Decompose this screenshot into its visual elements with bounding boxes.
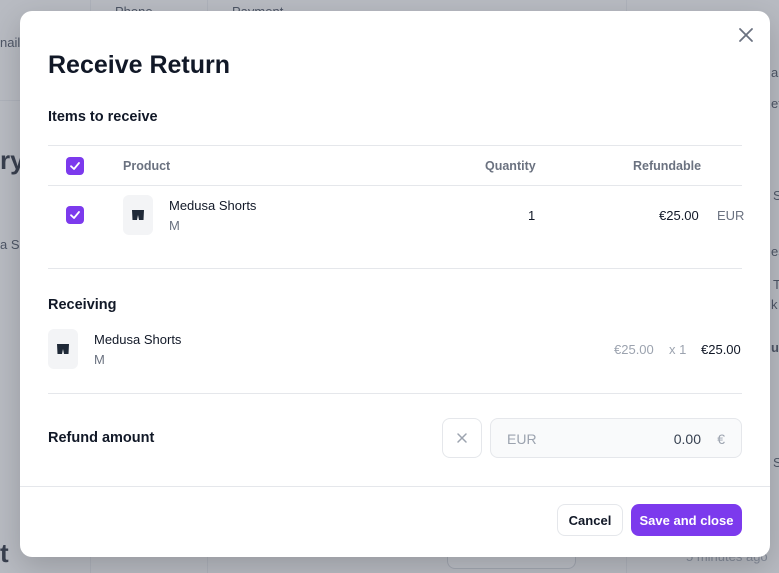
select-all-checkbox[interactable] [66, 157, 84, 175]
close-icon [457, 433, 467, 443]
refund-amount-label: Refund amount [48, 430, 155, 446]
close-button[interactable] [736, 25, 756, 45]
receiving-total: €25.00 [701, 342, 741, 357]
divider [48, 268, 742, 269]
product-refundable: €25.00 [659, 208, 699, 223]
column-header-product: Product [123, 159, 171, 173]
shorts-icon [57, 344, 69, 354]
product-name: Medusa Shorts [169, 198, 257, 213]
receiving-unit-price: €25.00 [614, 342, 654, 357]
items-to-receive-heading: Items to receive [48, 109, 158, 125]
currency-code: EUR [507, 431, 537, 447]
checkmark-icon [70, 211, 80, 219]
receiving-item-name: Medusa Shorts [94, 332, 182, 347]
cancel-button[interactable]: Cancel [557, 504, 623, 536]
footer-divider [20, 486, 770, 487]
refund-amount-value: 0.00 [673, 431, 701, 447]
row-checkbox[interactable] [66, 206, 84, 224]
refund-amount-input[interactable]: EUR 0.00 € [490, 418, 742, 458]
divider [48, 393, 742, 394]
divider [48, 185, 742, 186]
column-header-refundable: Refundable [633, 159, 702, 173]
save-and-close-button[interactable]: Save and close [631, 504, 742, 536]
column-header-quantity: Quantity [485, 159, 536, 173]
currency-symbol: € [717, 431, 725, 447]
clear-refund-button[interactable] [442, 418, 482, 458]
checkmark-icon [70, 162, 80, 170]
receive-return-modal: Receive Return Items to receive Product … [20, 11, 770, 557]
close-icon [739, 28, 753, 42]
product-variant: M [169, 218, 180, 233]
divider [48, 145, 742, 146]
product-thumbnail [48, 329, 78, 369]
receiving-item-variant: M [94, 352, 105, 367]
receiving-quantity: x 1 [669, 342, 687, 357]
receiving-heading: Receiving [48, 297, 117, 313]
product-quantity: 1 [528, 208, 536, 223]
product-thumbnail [123, 195, 153, 235]
product-currency: EUR [717, 208, 745, 223]
shorts-icon [132, 210, 144, 220]
modal-title: Receive Return [48, 51, 231, 79]
